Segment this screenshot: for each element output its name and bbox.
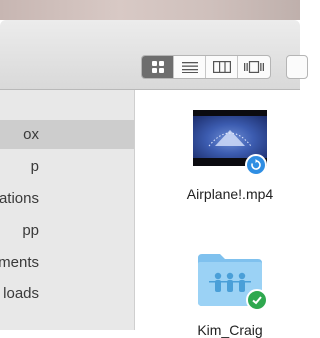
finder-toolbar	[0, 20, 308, 90]
checkmark-icon	[246, 289, 268, 311]
sidebar-item-label: pp	[22, 222, 39, 239]
video-frame	[193, 116, 267, 158]
mountain-logo-icon	[208, 130, 252, 147]
columns-icon	[212, 61, 231, 73]
cover-flow-view-button[interactable]	[238, 56, 270, 78]
desktop-background	[0, 0, 300, 20]
list-view-button[interactable]	[174, 56, 206, 78]
sidebar-item-label: ox	[23, 126, 39, 143]
cover-flow-icon	[244, 61, 264, 73]
arrange-button[interactable]	[286, 55, 308, 79]
column-view-button[interactable]	[206, 56, 238, 78]
sidebar-item-applications[interactable]: ations	[0, 184, 134, 213]
sidebar-item-label: ations	[0, 190, 39, 207]
sidebar-item-label: loads	[3, 285, 39, 302]
sidebar-item-label: p	[30, 158, 39, 175]
list-icon	[181, 62, 198, 73]
sidebar-item-downloads[interactable]: loads	[0, 279, 134, 308]
sidebar-item-app[interactable]: p	[0, 152, 134, 181]
icon-view-button[interactable]	[142, 56, 174, 78]
sidebar-item-documents[interactable]: ments	[0, 248, 134, 277]
sidebar-item-dropbox[interactable]: ox	[0, 120, 134, 149]
view-mode-segmented-control	[141, 55, 271, 79]
grid-icon	[151, 61, 164, 73]
file-name: Airplane!.mp4	[186, 186, 274, 202]
sync-icon	[245, 154, 267, 176]
file-name: Kim_Craig	[197, 322, 263, 338]
sidebar-item-app-2[interactable]: pp	[0, 216, 134, 245]
sidebar: ox p ations pp ments loads	[0, 90, 135, 330]
sidebar-item-label: ments	[0, 254, 39, 271]
file-browser-content: Airplane!.mp4 Kim_Craig	[135, 90, 300, 338]
